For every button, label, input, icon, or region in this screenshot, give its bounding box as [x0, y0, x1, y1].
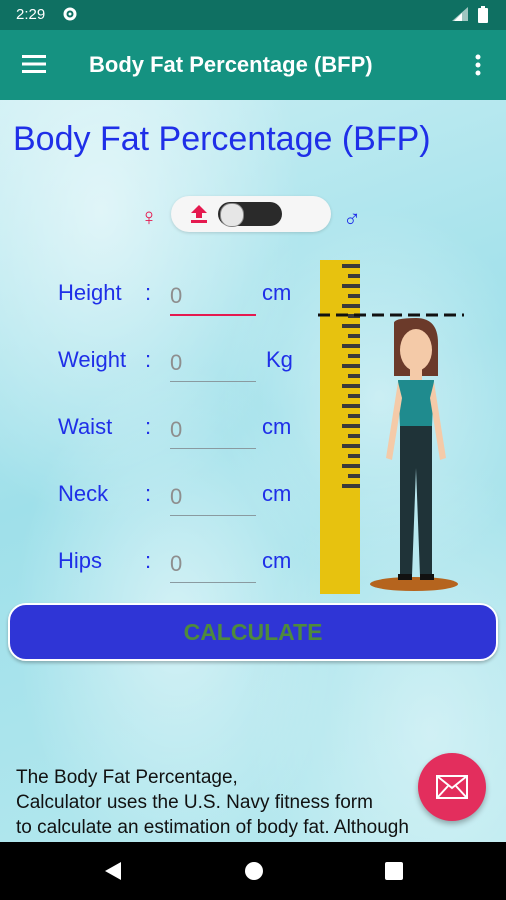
weight-colon: :: [145, 347, 152, 372]
nav-back-icon[interactable]: [103, 861, 123, 886]
email-fab-button[interactable]: [418, 753, 486, 821]
menu-icon[interactable]: [22, 54, 46, 79]
hips-colon: :: [145, 548, 152, 573]
male-icon[interactable]: ♂: [343, 206, 361, 234]
nav-home-icon[interactable]: [244, 861, 264, 886]
weight-label: Weight: [58, 347, 127, 372]
neck-label: Neck: [58, 481, 109, 506]
app-bar: Body Fat Percentage (BFP): [0, 30, 506, 100]
waist-colon: :: [145, 414, 152, 439]
neck-unit: cm: [262, 481, 292, 506]
gender-toggle-container: [171, 196, 331, 232]
hips-label: Hips: [58, 548, 103, 573]
weight-input[interactable]: [170, 345, 256, 382]
height-input[interactable]: [170, 278, 256, 316]
switch-knob: [220, 203, 244, 227]
page-heading: Body Fat Percentage (BFP): [13, 120, 431, 158]
height-unit: cm: [262, 280, 292, 305]
neck-input[interactable]: [170, 479, 256, 516]
waist-input[interactable]: [170, 412, 256, 449]
neck-colon: :: [145, 481, 152, 506]
gender-selector: ♀ ♂: [0, 196, 506, 240]
height-label: Height: [58, 280, 122, 305]
system-nav-bar: [0, 842, 506, 900]
more-vert-icon[interactable]: [474, 54, 482, 81]
measuring-ruler: [320, 260, 360, 594]
signal-icon: [452, 7, 468, 26]
gear-icon: [62, 6, 78, 27]
gender-switch[interactable]: [218, 202, 282, 227]
female-icon[interactable]: ♀: [140, 204, 158, 232]
status-bar: 2:29: [0, 0, 506, 30]
calculate-button[interactable]: CALCULATE: [8, 603, 498, 661]
nav-recent-icon[interactable]: [385, 862, 403, 885]
mail-icon: [436, 775, 468, 799]
battery-icon: [478, 6, 488, 28]
hips-unit: cm: [262, 548, 292, 573]
waist-unit: cm: [262, 414, 292, 439]
status-time: 2:29: [16, 6, 46, 23]
height-colon: :: [145, 280, 152, 305]
app-bar-title: Body Fat Percentage (BFP): [89, 52, 373, 77]
waist-label: Waist: [58, 414, 113, 439]
weight-unit: Kg: [266, 347, 293, 372]
upload-icon: [190, 204, 208, 229]
main-content: Body Fat Percentage (BFP) ♀ ♂ Height : c…: [0, 100, 506, 842]
hips-input[interactable]: [170, 546, 256, 583]
woman-figure: [370, 318, 458, 591]
height-illustration: [318, 260, 464, 594]
